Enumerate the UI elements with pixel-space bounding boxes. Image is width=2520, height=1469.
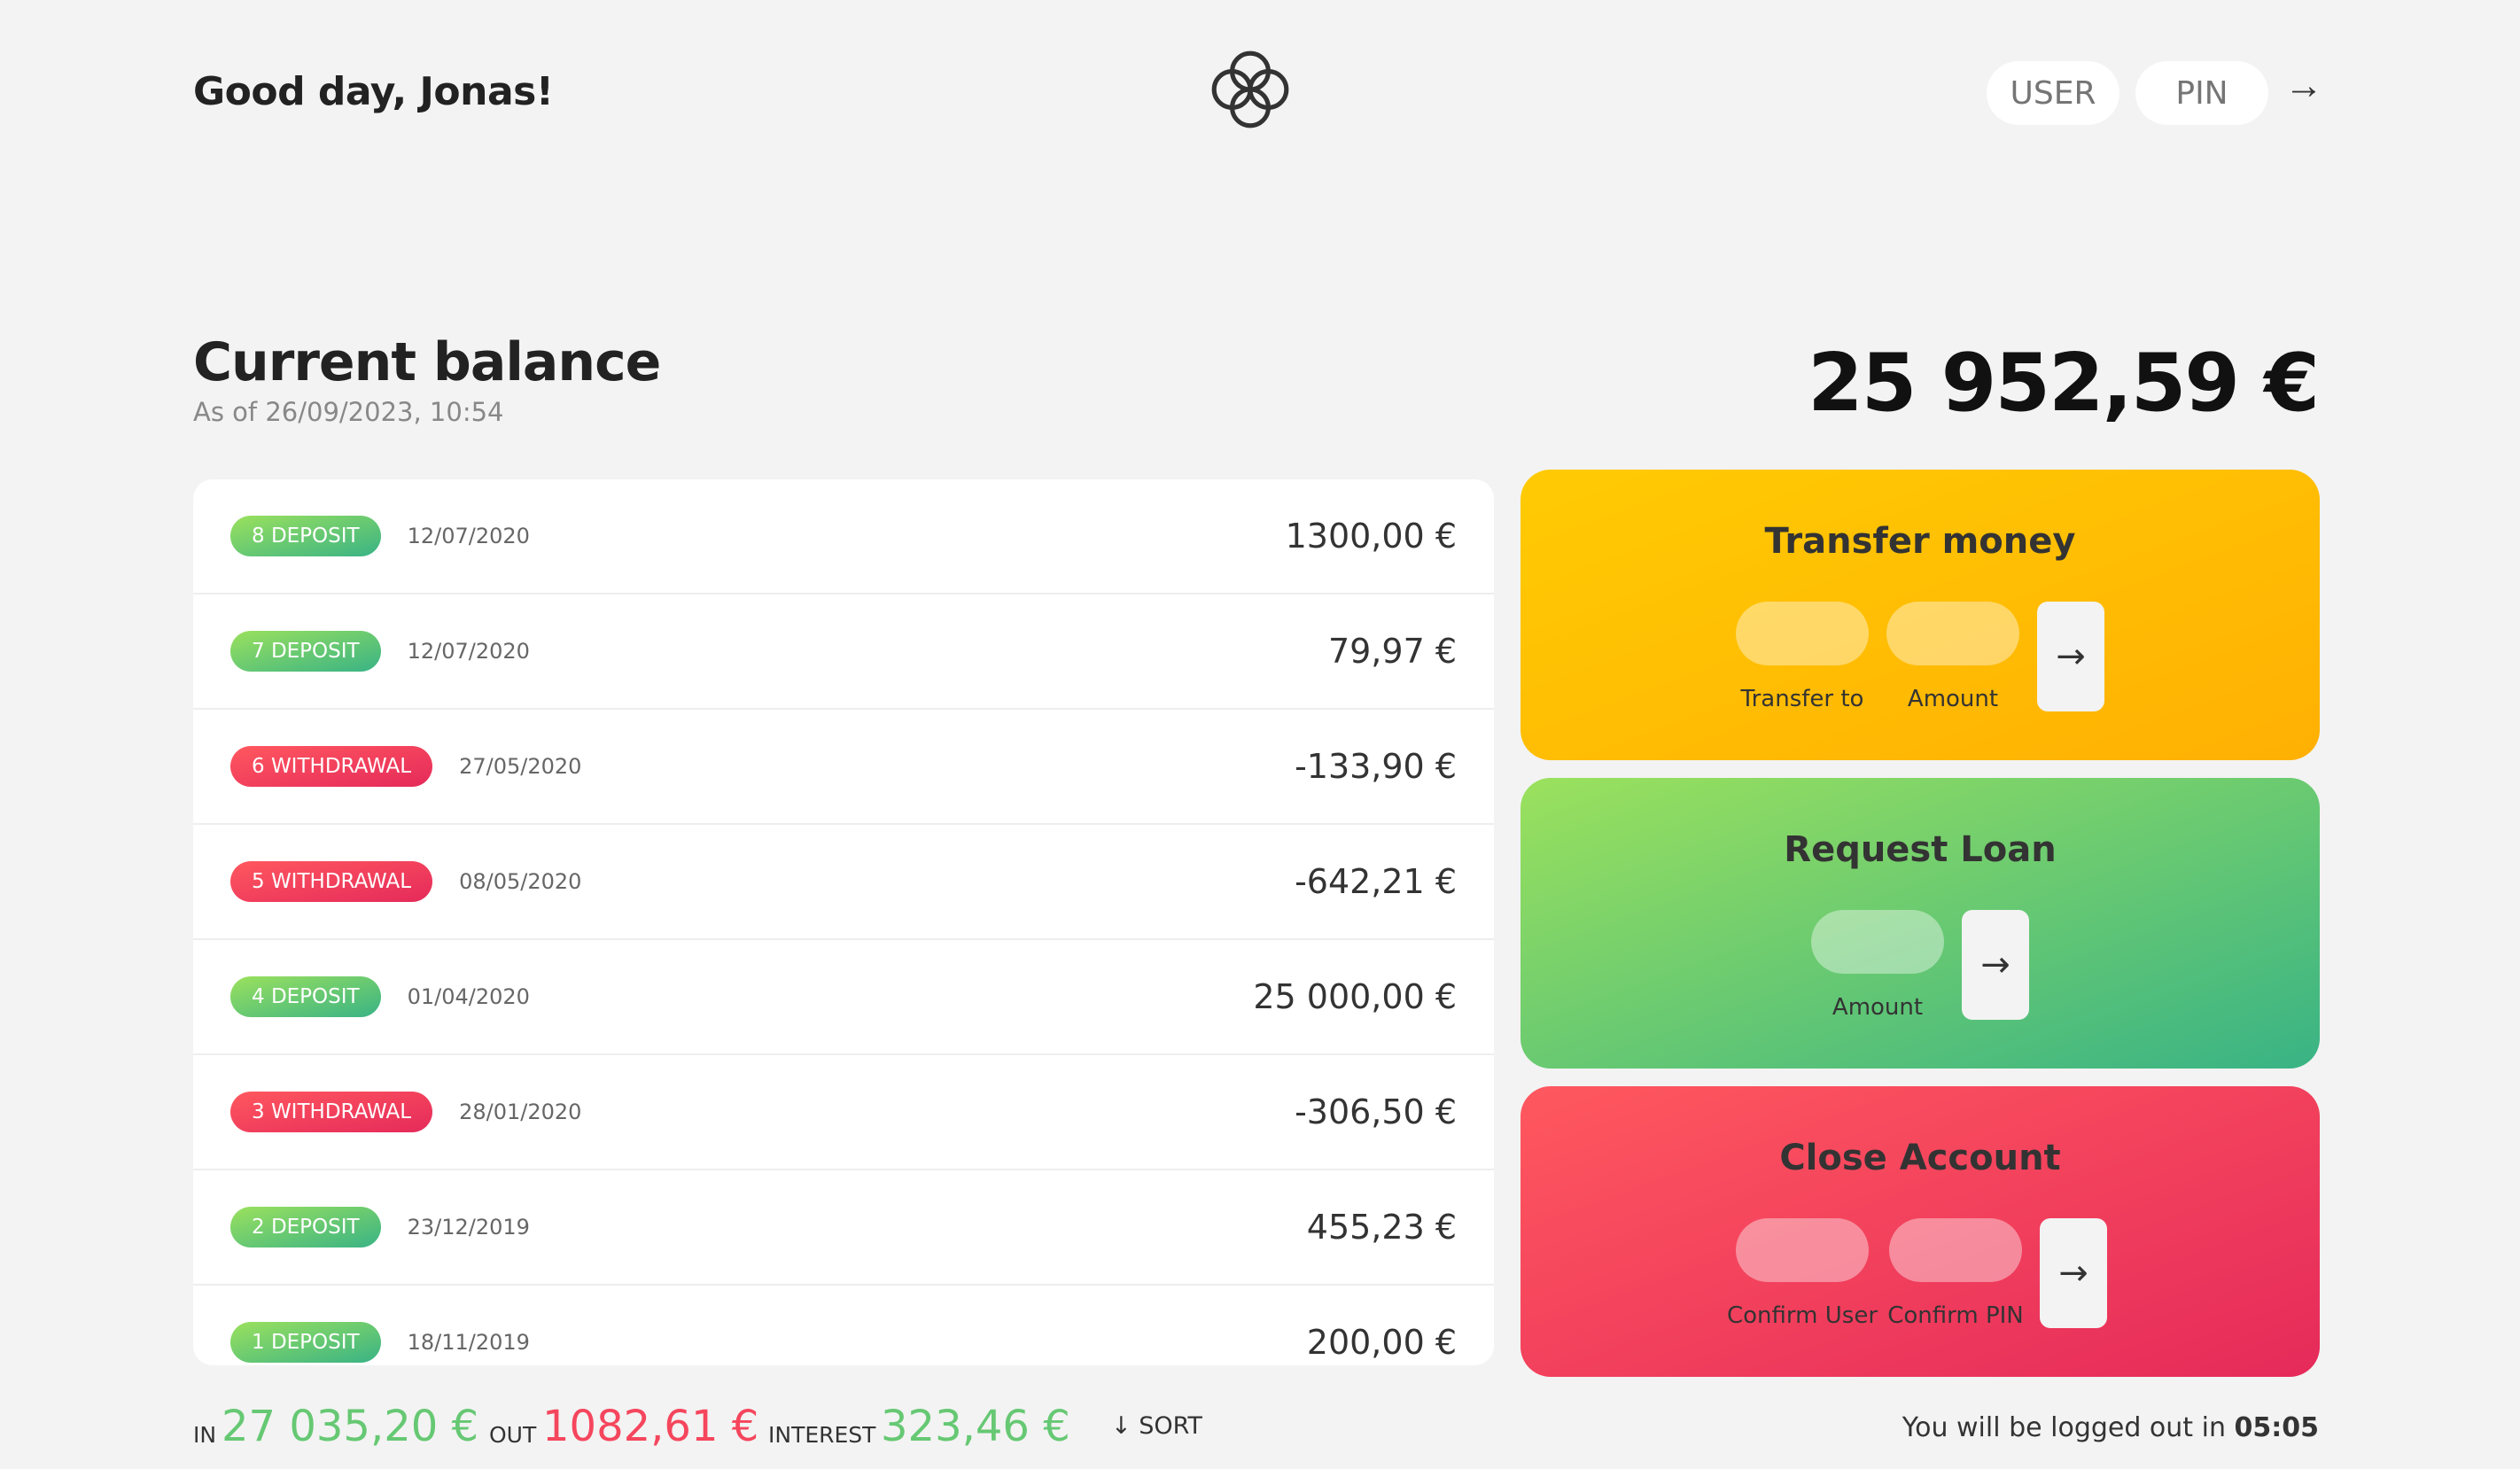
movement-type-badge: 5 WITHDRAWAL bbox=[230, 861, 433, 902]
movement-type-badge: 2 DEPOSIT bbox=[230, 1207, 381, 1247]
login-user-input[interactable] bbox=[1987, 61, 2119, 125]
summary-interest-value: 323,46 € bbox=[881, 1402, 1070, 1451]
movement-row: 3 WITHDRAWAL 28/01/2020 -306,50 € bbox=[193, 1055, 1494, 1170]
balance-date: As of 26/09/2023, 10:54 bbox=[193, 397, 504, 427]
movement-type-badge: 8 DEPOSIT bbox=[230, 516, 381, 556]
transfer-amount-input[interactable] bbox=[1886, 602, 2019, 665]
close-title: Close Account bbox=[1779, 1138, 2061, 1178]
loan-submit-button[interactable]: → bbox=[1962, 910, 2029, 1020]
movement-value: 200,00 € bbox=[1306, 1323, 1457, 1362]
close-user-input[interactable] bbox=[1736, 1218, 1869, 1282]
loan-title: Request Loan bbox=[1784, 829, 2057, 870]
movement-row: 1 DEPOSIT 18/11/2019 200,00 € bbox=[193, 1286, 1494, 1365]
loan-amount-label: Amount bbox=[1832, 994, 1924, 1021]
transfer-to-input[interactable] bbox=[1736, 602, 1869, 665]
movement-value: 1300,00 € bbox=[1285, 517, 1457, 556]
close-form: → Confirm User Confirm PIN bbox=[1521, 1178, 2320, 1338]
movement-value: -133,90 € bbox=[1295, 747, 1457, 786]
loan-panel: Request Loan → Amount bbox=[1521, 778, 2320, 1069]
loan-amount-input[interactable] bbox=[1811, 910, 1944, 974]
movement-row: 2 DEPOSIT 23/12/2019 455,23 € bbox=[193, 1170, 1494, 1286]
loan-form: → Amount bbox=[1521, 870, 2320, 1030]
movement-type-badge: 7 DEPOSIT bbox=[230, 631, 381, 672]
welcome-message: Good day, Jonas! bbox=[193, 69, 554, 114]
transfer-panel: Transfer money → Transfer to Amount bbox=[1521, 470, 2320, 760]
sort-button[interactable]: ↓ SORT bbox=[1111, 1412, 1202, 1440]
logout-timer-value: 05:05 bbox=[2234, 1412, 2320, 1443]
close-account-panel: Close Account → Confirm User Confirm PIN bbox=[1521, 1086, 2320, 1377]
logout-timer: You will be logged out in 05:05 bbox=[1902, 1412, 2319, 1443]
movement-value: 79,97 € bbox=[1327, 632, 1457, 671]
close-pin-input[interactable] bbox=[1889, 1218, 2022, 1282]
summary-out-label: Out bbox=[489, 1422, 537, 1448]
movement-value: -642,21 € bbox=[1295, 862, 1457, 901]
movement-row: 6 WITHDRAWAL 27/05/2020 -133,90 € bbox=[193, 710, 1494, 825]
movement-type-badge: 6 WITHDRAWAL bbox=[230, 746, 433, 787]
login-button[interactable]: → bbox=[2284, 64, 2323, 108]
movement-date: 01/04/2020 bbox=[407, 984, 530, 1009]
movement-row: 8 DEPOSIT 12/07/2020 1300,00 € bbox=[193, 479, 1494, 595]
close-submit-button[interactable]: → bbox=[2040, 1218, 2107, 1328]
movement-row: 5 WITHDRAWAL 08/05/2020 -642,21 € bbox=[193, 825, 1494, 940]
movement-date: 18/11/2019 bbox=[407, 1330, 530, 1355]
movement-type-badge: 3 WITHDRAWAL bbox=[230, 1092, 433, 1132]
balance-value: 25 952,59 € bbox=[1808, 337, 2320, 430]
summary-out-value: 1082,61 € bbox=[542, 1402, 759, 1451]
movement-date: 12/07/2020 bbox=[407, 524, 530, 548]
summary-in-label: In bbox=[193, 1422, 217, 1448]
movement-date: 08/05/2020 bbox=[459, 869, 582, 894]
movement-value: 455,23 € bbox=[1306, 1208, 1457, 1247]
movement-value: 25 000,00 € bbox=[1253, 977, 1457, 1016]
transfer-form: → Transfer to Amount bbox=[1521, 562, 2320, 721]
bankist-logo-icon bbox=[1211, 51, 1289, 128]
movement-date: 28/01/2020 bbox=[459, 1100, 582, 1124]
movements-list[interactable]: 8 DEPOSIT 12/07/2020 1300,00 € 7 DEPOSIT… bbox=[193, 479, 1494, 1365]
movement-type-badge: 1 DEPOSIT bbox=[230, 1322, 381, 1363]
movement-value: -306,50 € bbox=[1295, 1092, 1457, 1131]
login-pin-input[interactable] bbox=[2135, 61, 2268, 125]
transfer-to-label: Transfer to bbox=[1740, 686, 1864, 712]
summary-in-value: 27 035,20 € bbox=[222, 1402, 479, 1451]
movement-date: 12/07/2020 bbox=[407, 639, 530, 664]
transfer-submit-button[interactable]: → bbox=[2037, 602, 2104, 711]
transfer-amount-label: Amount bbox=[1907, 686, 1999, 712]
close-user-label: Confirm User bbox=[1727, 1302, 1878, 1329]
transfer-title: Transfer money bbox=[1764, 521, 2076, 562]
movement-row: 4 DEPOSIT 01/04/2020 25 000,00 € bbox=[193, 940, 1494, 1055]
summary-interest-label: Interest bbox=[768, 1422, 876, 1448]
close-pin-label: Confirm PIN bbox=[1887, 1302, 2024, 1329]
movement-type-badge: 4 DEPOSIT bbox=[230, 976, 381, 1017]
movement-date: 23/12/2019 bbox=[407, 1215, 530, 1240]
balance-label: Current balance bbox=[193, 331, 661, 393]
movement-date: 27/05/2020 bbox=[459, 754, 582, 779]
movement-row: 7 DEPOSIT 12/07/2020 79,97 € bbox=[193, 595, 1494, 710]
logout-timer-text: You will be logged out in bbox=[1902, 1412, 2235, 1443]
